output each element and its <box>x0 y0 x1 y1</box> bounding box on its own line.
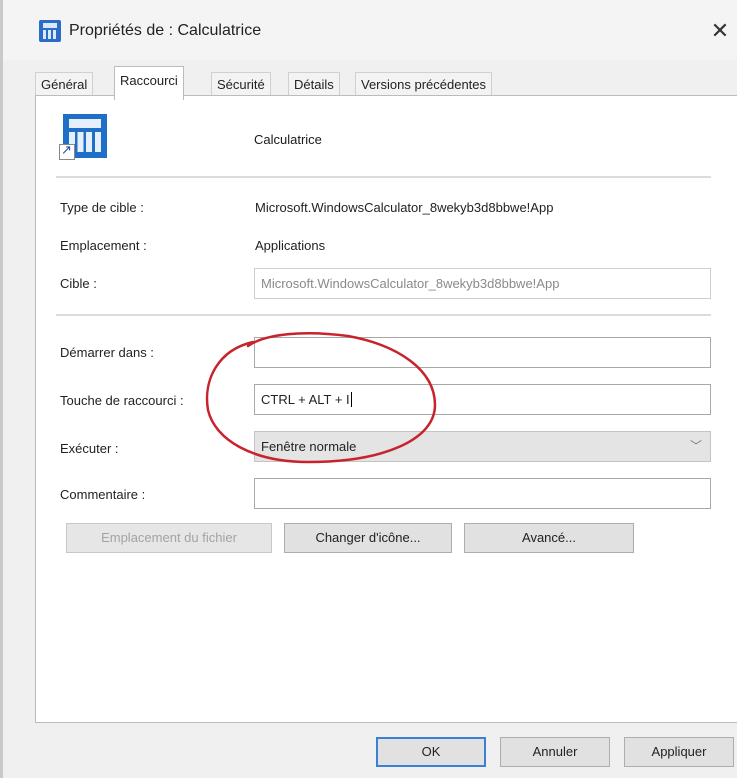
separator <box>56 176 711 178</box>
target-label: Cible : <box>60 276 97 291</box>
run-select[interactable]: Fenêtre normale ﹀ <box>254 431 711 462</box>
location-label: Emplacement : <box>60 238 147 253</box>
calculator-icon <box>39 20 61 42</box>
ok-button[interactable]: OK <box>376 737 486 767</box>
change-icon-button[interactable]: Changer d'icône... <box>284 523 452 553</box>
comment-label: Commentaire : <box>60 487 146 502</box>
apply-button[interactable]: Appliquer <box>624 737 734 767</box>
hotkey-value: CTRL + ALT + I <box>261 392 350 407</box>
open-file-location-button[interactable]: Emplacement du fichier <box>66 523 272 553</box>
target-type-value: Microsoft.WindowsCalculator_8wekyb3d8bbw… <box>255 200 554 215</box>
start-in-label: Démarrer dans : <box>60 345 154 360</box>
location-value: Applications <box>255 238 326 253</box>
text-caret <box>350 392 352 407</box>
run-select-value: Fenêtre normale <box>261 439 357 454</box>
hotkey-field[interactable]: CTRL + ALT + I <box>254 384 711 415</box>
tab-shortcut[interactable]: Raccourci <box>114 66 184 100</box>
start-in-field[interactable] <box>254 337 711 368</box>
shortcut-arrow-icon <box>59 142 75 160</box>
calculator-shortcut-icon <box>59 114 107 160</box>
properties-dialog: Propriétés de : Calculatrice ✕ Général R… <box>0 0 737 778</box>
advanced-button[interactable]: Avancé... <box>464 523 634 553</box>
window-title: Propriétés de : Calculatrice <box>69 22 262 39</box>
chevron-down-icon: ﹀ <box>689 439 702 453</box>
target-field[interactable]: Microsoft.WindowsCalculator_8wekyb3d8bbw… <box>254 268 711 299</box>
cancel-button[interactable]: Annuler <box>500 737 610 767</box>
shortcut-name: Calculatrice <box>254 132 322 147</box>
target-type-label: Type de cible : <box>60 200 144 215</box>
comment-field[interactable] <box>254 478 711 509</box>
run-label: Exécuter : <box>60 441 119 456</box>
close-button[interactable]: ✕ <box>703 14 737 48</box>
separator <box>56 314 711 316</box>
hotkey-label: Touche de raccourci : <box>60 393 184 408</box>
tab-strip: Général Raccourci Sécurité Détails Versi… <box>35 66 735 100</box>
title-bar[interactable]: Propriétés de : Calculatrice ✕ <box>3 0 737 60</box>
